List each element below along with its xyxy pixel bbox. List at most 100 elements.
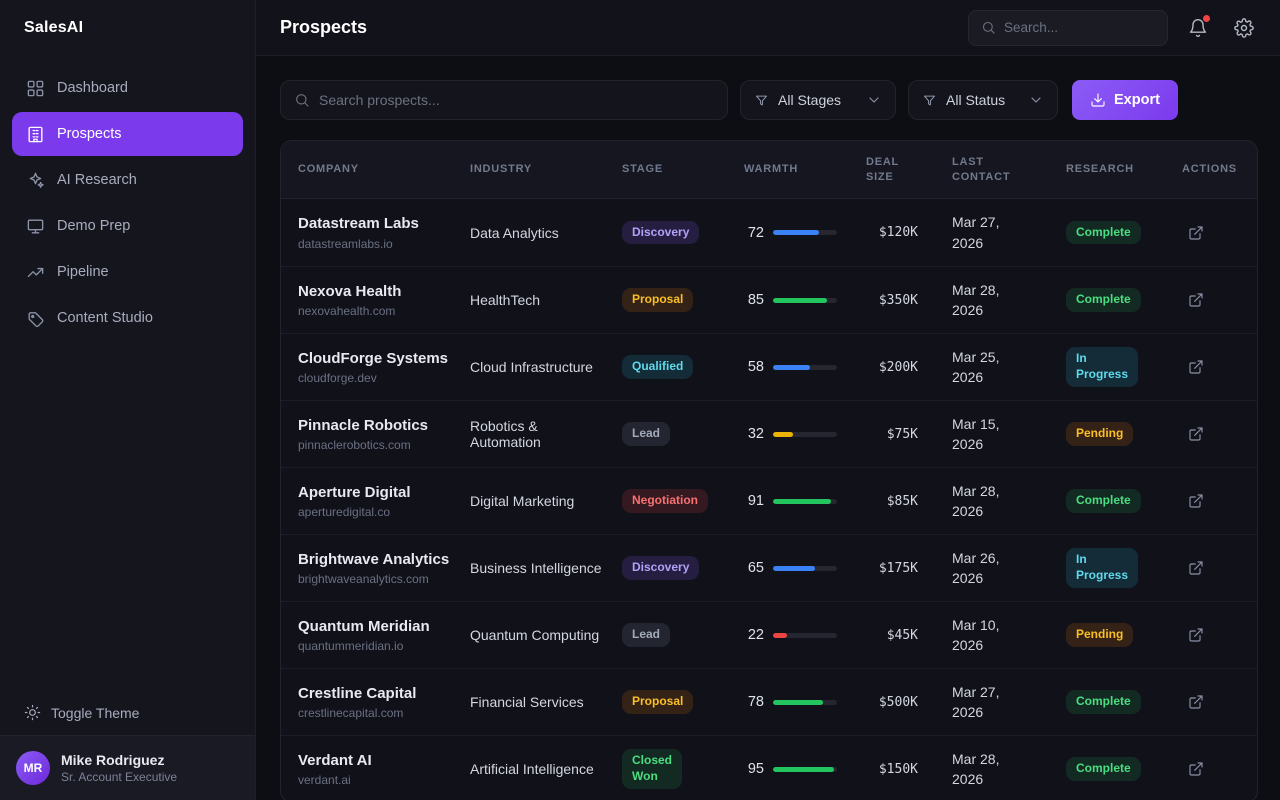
deal-size-cell: $45K — [866, 628, 952, 643]
open-prospect-button[interactable] — [1182, 420, 1210, 448]
external-link-icon — [1188, 426, 1204, 442]
last-contact-text: Mar 26, 2026 — [952, 548, 1016, 589]
stage-cell: Closed Won — [622, 749, 744, 788]
dashboard-icon — [26, 79, 45, 98]
open-prospect-button[interactable] — [1182, 286, 1210, 314]
stage-badge: Negotiation — [622, 489, 708, 513]
research-status-badge: Complete — [1066, 288, 1141, 312]
last-contact-cell: Mar 27, 2026 — [952, 682, 1066, 723]
warmth-bar — [773, 432, 837, 437]
company-domain: nexovahealth.com — [298, 304, 458, 318]
open-prospect-button[interactable] — [1182, 554, 1210, 582]
company-cell: Crestline Capitalcrestlinecapital.com — [281, 684, 470, 721]
table-row[interactable]: Verdant AIverdant.aiArtificial Intellige… — [281, 735, 1257, 800]
warmth-value: 95 — [744, 761, 764, 777]
sidebar-item-pipeline[interactable]: Pipeline — [12, 250, 243, 294]
sidebar-nav: Dashboard ProspectsAI Research Demo Prep Pi… — [0, 56, 255, 340]
sidebar-item-label: Dashboard — [57, 80, 128, 96]
deal-size-cell: $500K — [866, 695, 952, 710]
actions-cell — [1182, 755, 1257, 783]
open-prospect-button[interactable] — [1182, 621, 1210, 649]
open-prospect-button[interactable] — [1182, 487, 1210, 515]
stage-badge: Proposal — [622, 690, 693, 714]
sidebar-item-label: Demo Prep — [57, 218, 130, 234]
status-filter-dropdown[interactable]: All Status — [908, 80, 1058, 120]
table-row[interactable]: Brightwave Analytics brightwaveanalytics.… — [281, 534, 1257, 601]
company-cell: Aperture Digitalaperturedigital.co — [281, 483, 470, 520]
global-search-input[interactable] — [1004, 20, 1155, 35]
company-name: Datastream Labs — [298, 214, 458, 234]
table-row[interactable]: Pinnacle Roboticspinnaclerobotics.comRob… — [281, 400, 1257, 467]
company-name: CloudForge Systems — [298, 349, 458, 369]
last-contact-cell: Mar 25, 2026 — [952, 347, 1066, 388]
column-header-industry: INDUSTRY — [470, 162, 622, 177]
last-contact-text: Mar 28, 2026 — [952, 749, 1016, 790]
sidebar-item-ai-research[interactable]: AI Research — [12, 158, 243, 202]
company-name: Quantum Meridian — [298, 617, 458, 637]
actions-cell — [1182, 487, 1257, 515]
deal-size-cell: $175K — [866, 561, 952, 576]
external-link-icon — [1188, 292, 1204, 308]
table-row[interactable]: Nexova Healthnexovahealth.comHealthTechP… — [281, 266, 1257, 333]
open-prospect-button[interactable] — [1182, 219, 1210, 247]
table-row[interactable]: Datastream Labsdatastreamlabs.ioData Ana… — [281, 199, 1257, 266]
table-row[interactable]: Crestline Capitalcrestlinecapital.comFin… — [281, 668, 1257, 735]
stage-badge: Qualified — [622, 355, 693, 379]
table-row[interactable]: CloudForge Systemscloudforge.devCloud In… — [281, 333, 1257, 400]
column-header-warmth: WARMTH — [744, 162, 866, 177]
main-area: Prospects All Stages — [256, 0, 1280, 800]
notifications-button[interactable] — [1182, 12, 1214, 44]
open-prospect-button[interactable] — [1182, 755, 1210, 783]
stage-badge: Proposal — [622, 288, 693, 312]
industry-cell: HealthTech — [470, 292, 622, 308]
prospects-search-input[interactable] — [319, 92, 714, 108]
column-header-text: WARMTH — [744, 162, 798, 177]
research-status-badge: In Progress — [1066, 347, 1138, 386]
sidebar-item-content-studio[interactable]: Content Studio — [12, 296, 243, 340]
company-domain: brightwaveanalytics.com — [298, 572, 458, 586]
warmth-bar-fill — [773, 298, 827, 303]
gear-icon — [1234, 18, 1254, 38]
warmth-cell: 72 — [744, 225, 866, 241]
company-domain: crestlinecapital.com — [298, 706, 458, 720]
warmth-value: 22 — [744, 627, 764, 643]
app-logo: SalesAI — [0, 0, 255, 56]
sidebar-item-demo-prep[interactable]: Demo Prep — [12, 204, 243, 248]
deal-size-cell: $200K — [866, 360, 952, 375]
stage-cell: Lead — [622, 422, 744, 446]
company-name: Brightwave Analytics — [298, 550, 458, 570]
sidebar-item-prospects[interactable]: Prospects — [12, 112, 243, 156]
warmth-bar-fill — [773, 432, 793, 437]
settings-button[interactable] — [1228, 12, 1260, 44]
company-cell: Verdant AIverdant.ai — [281, 751, 470, 788]
prospects-icon — [26, 125, 45, 144]
prospects-search — [280, 80, 728, 120]
warmth-bar — [773, 700, 837, 705]
research-cell: Complete — [1066, 690, 1182, 714]
last-contact-text: Mar 15, 2026 — [952, 414, 1016, 455]
industry-cell: Robotics & Automation — [470, 418, 622, 450]
user-card[interactable]: MR Mike Rodriguez Sr. Account Executive — [0, 735, 255, 800]
company-name: Verdant AI — [298, 751, 458, 771]
sidebar-item-dashboard[interactable]: Dashboard — [12, 66, 243, 110]
warmth-value: 65 — [744, 560, 764, 576]
stage-filter-dropdown[interactable]: All Stages — [740, 80, 896, 120]
column-header-text: INDUSTRY — [470, 162, 532, 177]
table-row[interactable]: Aperture Digitalaperturedigital.coDigita… — [281, 467, 1257, 534]
open-prospect-button[interactable] — [1182, 353, 1210, 381]
warmth-bar — [773, 633, 837, 638]
table-row[interactable]: Quantum Meridianquantummeridian.ioQuantu… — [281, 601, 1257, 668]
warmth-bar-fill — [773, 365, 810, 370]
stage-filter-label: All Stages — [778, 92, 857, 108]
last-contact-cell: Mar 27, 2026 — [952, 212, 1066, 253]
open-prospect-button[interactable] — [1182, 688, 1210, 716]
industry-cell: Quantum Computing — [470, 627, 622, 643]
user-name: Mike Rodriguez — [61, 752, 177, 768]
industry-cell: Cloud Infrastructure — [470, 359, 622, 375]
export-button[interactable]: Export — [1072, 80, 1178, 120]
deal-size-cell: $120K — [866, 225, 952, 240]
industry-cell: Data Analytics — [470, 225, 622, 241]
status-filter-label: All Status — [946, 92, 1019, 108]
theme-toggle[interactable]: Toggle Theme — [0, 690, 255, 735]
company-domain: aperturedigital.co — [298, 505, 458, 519]
